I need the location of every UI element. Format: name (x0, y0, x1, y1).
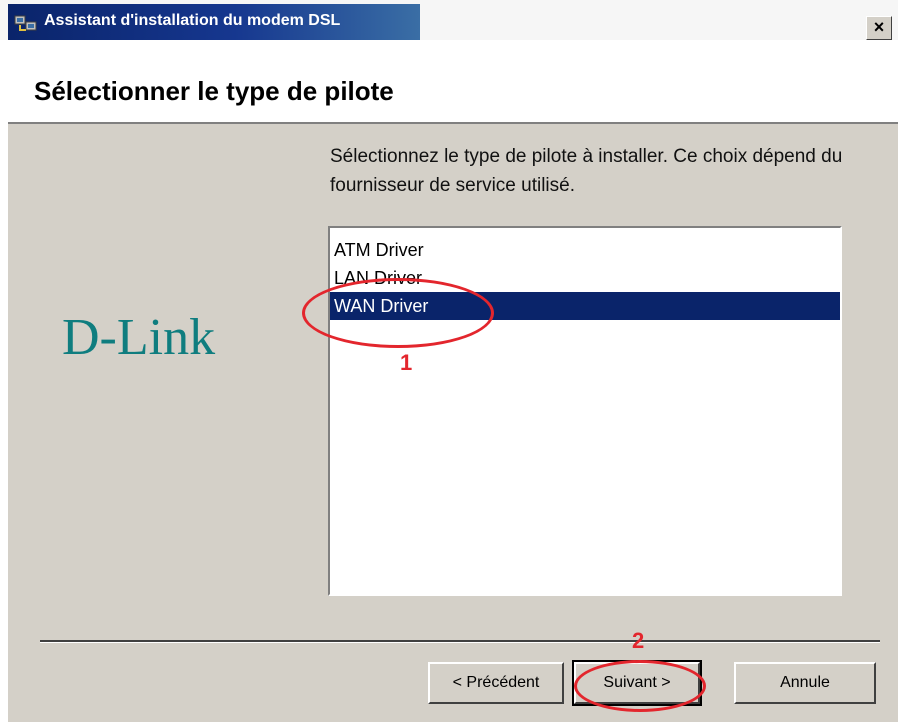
cancel-button[interactable]: Annule (734, 662, 876, 704)
annotation-step-1: 1 (400, 350, 413, 375)
annotation-circle-wan-driver (302, 278, 494, 348)
network-setup-icon (14, 15, 37, 31)
annotation-circle-next-button (574, 660, 706, 712)
instruction-text: Sélectionnez le type de pilote à install… (330, 146, 843, 196)
title-bar: Assistant d'installation du modem DSL × (0, 0, 898, 40)
button-separator (40, 640, 880, 643)
dlink-logo: D-Link (62, 309, 216, 366)
wizard-header: Sélectionner le type de pilote (8, 40, 898, 124)
close-icon: × (873, 17, 885, 37)
annotation-step-2: 2 (632, 628, 645, 653)
back-button[interactable]: < Précédent (428, 662, 564, 704)
close-button[interactable]: × (866, 16, 892, 40)
window-title: Assistant d'installation du modem DSL (44, 12, 341, 29)
page-title: Sélectionner le type de pilote (34, 76, 394, 106)
list-item-atm-driver[interactable]: ATM Driver (330, 236, 840, 264)
